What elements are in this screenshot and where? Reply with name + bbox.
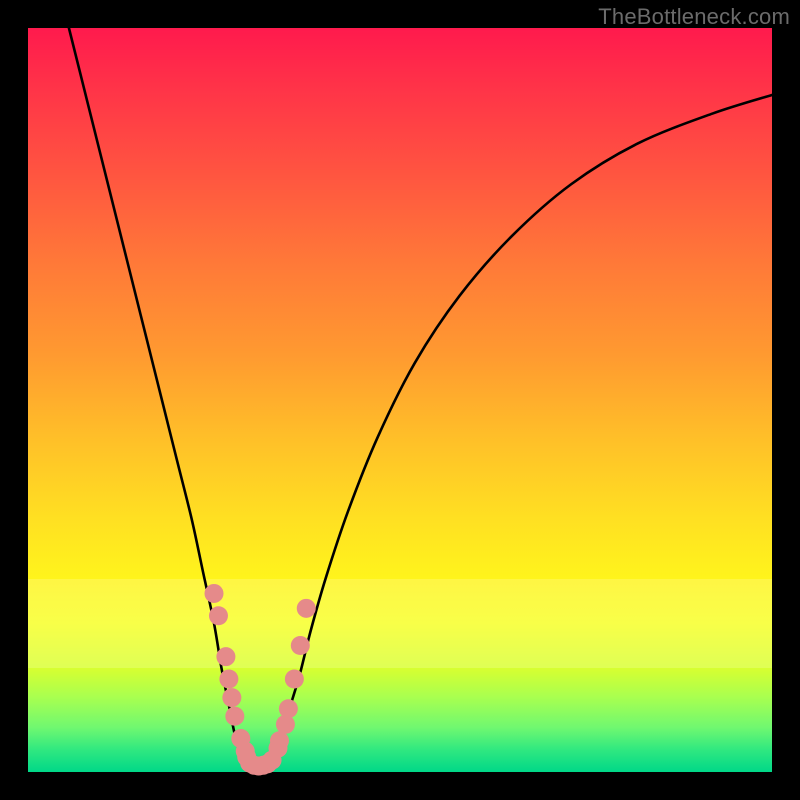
marker-dot <box>291 636 310 655</box>
marker-dot <box>279 699 298 718</box>
right-curve <box>270 95 772 770</box>
marker-dot <box>205 584 224 603</box>
marker-dot <box>216 647 235 666</box>
marker-dot <box>270 731 289 750</box>
marker-dot <box>222 688 241 707</box>
watermark-text: TheBottleneck.com <box>598 4 790 30</box>
curves-svg <box>28 28 772 772</box>
plot-area <box>28 28 772 772</box>
right-curve-path <box>270 95 772 770</box>
marker-dot <box>209 606 228 625</box>
marker-dot <box>225 707 244 726</box>
marker-dot <box>219 670 238 689</box>
marker-group <box>205 584 316 776</box>
marker-dot <box>297 599 316 618</box>
marker-dot <box>285 670 304 689</box>
chart-frame: TheBottleneck.com <box>0 0 800 800</box>
